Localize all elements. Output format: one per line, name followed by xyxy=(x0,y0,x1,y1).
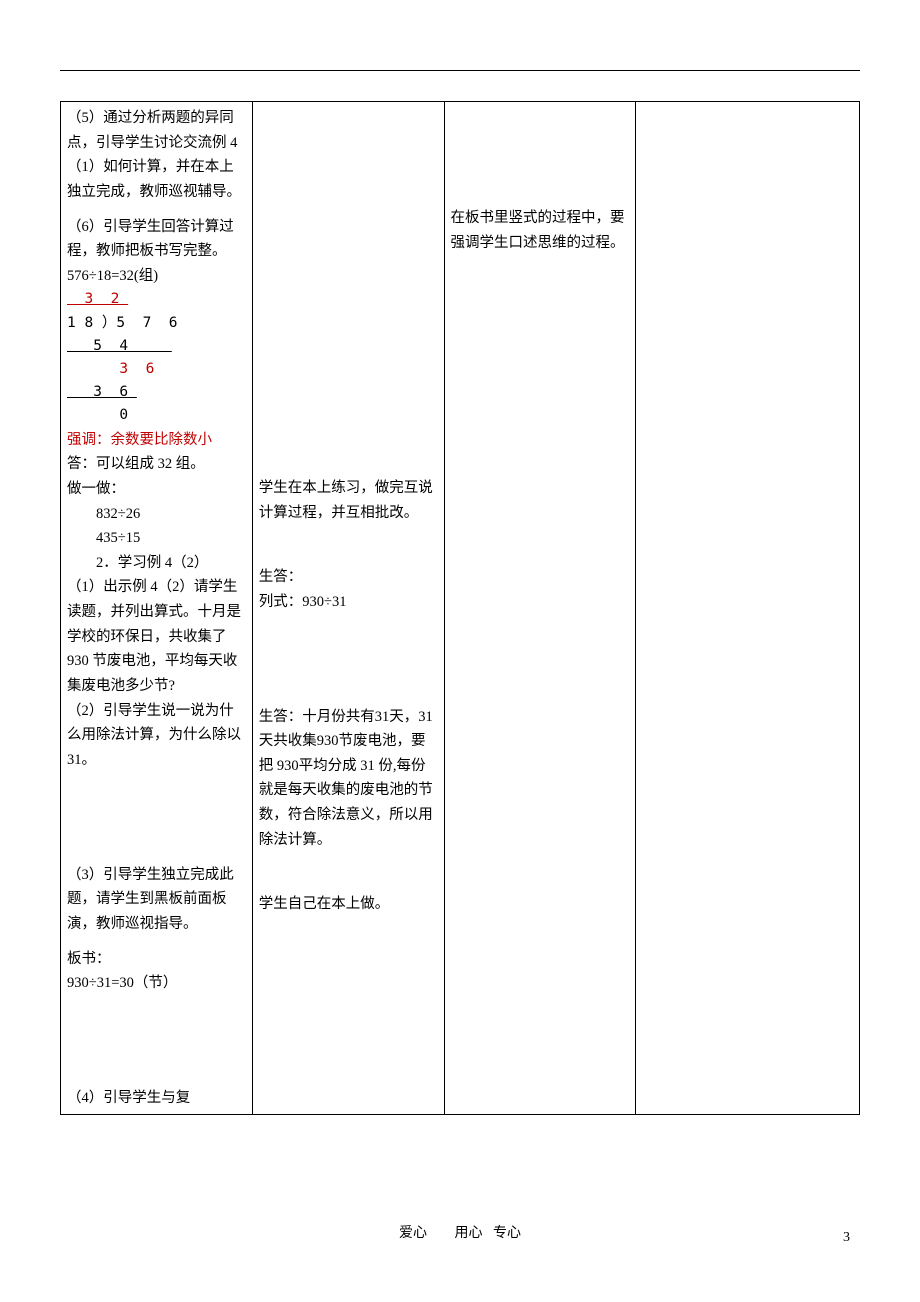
sub-line-2: 3 6 xyxy=(67,384,137,400)
divisor-dividend: 1 8 ）5 7 6 xyxy=(67,315,178,331)
para-6: （6）引导学生回答计算过程，教师把板书写完整。 xyxy=(67,215,246,264)
do-it-label: 做一做： xyxy=(67,477,246,502)
student-do-on-own: 学生自己在本上做。 xyxy=(259,892,438,917)
emphasis-remainder: 强调：余数要比除数小 xyxy=(67,428,246,453)
teacher-activity-column: （5）通过分析两题的异同点，引导学生讨论交流例 4（1）如何计算，并在本上独立完… xyxy=(61,102,253,1115)
equation-2: 930÷31=30（节） xyxy=(67,971,246,996)
quotient-line: 3 2 xyxy=(67,291,128,307)
example-4-2-heading: 2．学习例 4（2） xyxy=(67,551,246,576)
equation-1: 576÷18=32(组) xyxy=(67,264,246,289)
student-reasoning: 生答：十月份共有31天，31 天共收集930节废电池，要把 930平均分成 31… xyxy=(259,705,438,853)
vertical-form-note: 在板书里竖式的过程中，要强调学生口述思维的过程。 xyxy=(451,206,630,255)
student-practice: 学生在本上练习，做完互说计算过程，并互相批改。 xyxy=(259,476,438,525)
lesson-plan-table: （5）通过分析两题的异同点，引导学生讨论交流例 4（1）如何计算，并在本上独立完… xyxy=(60,101,860,1115)
page-footer: 爱心 用心 专心 xyxy=(0,1222,920,1242)
para-5: （5）通过分析两题的异同点，引导学生讨论交流例 4（1）如何计算，并在本上独立完… xyxy=(67,106,246,205)
para-4-2-1: （1）出示例 4（2）请学生读题，并列出算式。十月是学校的环保日，共收集了930… xyxy=(67,575,246,698)
page-number: 3 xyxy=(843,1230,850,1246)
remainder-zero: 0 xyxy=(67,407,128,423)
notes-column: 在板书里竖式的过程中，要强调学生口述思维的过程。 xyxy=(444,102,636,1115)
long-division-work: 3 2 1 8 ）5 7 6 5 4 3 6 3 6 0 xyxy=(67,288,246,427)
bringdown-line: 3 6 xyxy=(67,361,154,377)
para-4-2-2: （2）引导学生说一说为什么用除法计算，为什么除以 31。 xyxy=(67,699,246,773)
board-label: 板书： xyxy=(67,947,246,972)
footer-heart-ded: 用心 专心 xyxy=(455,1222,522,1242)
horizontal-rule xyxy=(60,70,860,71)
answer-text: 答：可以组成 32 组。 xyxy=(67,452,246,477)
student-activity-column: 学生在本上练习，做完互说计算过程，并互相批改。 生答： 列式：930÷31 生答… xyxy=(252,102,444,1115)
footer-love: 爱心 xyxy=(399,1226,427,1241)
practice-2: 435÷15 xyxy=(67,526,246,551)
student-answer-label: 生答： xyxy=(259,565,438,590)
para-4-2-3: （3）引导学生独立完成此题，请学生到黑板前面板演，教师巡视指导。 xyxy=(67,863,246,937)
student-equation: 列式：930÷31 xyxy=(259,590,438,615)
remarks-column xyxy=(636,102,860,1115)
para-4-2-4: （4）引导学生与复 xyxy=(67,1086,246,1111)
practice-1: 832÷26 xyxy=(67,502,246,527)
sub-line-1: 5 4 xyxy=(67,338,172,354)
